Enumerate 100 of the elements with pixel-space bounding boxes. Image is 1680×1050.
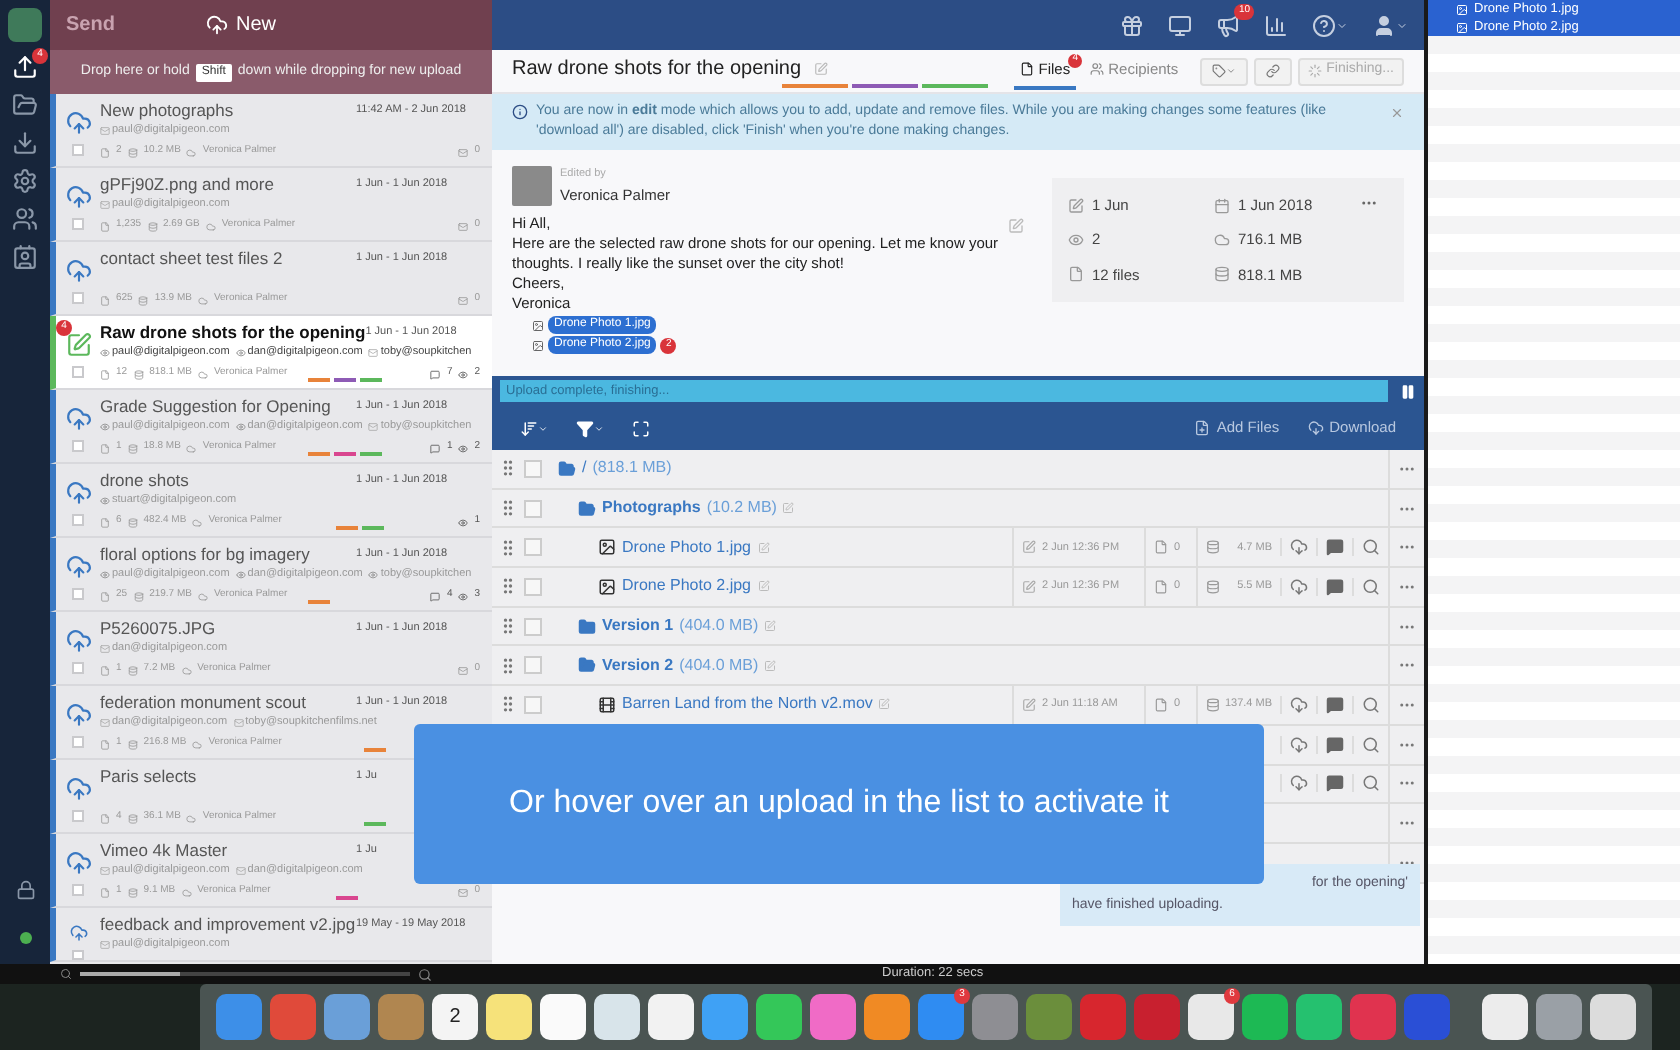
file-name[interactable]: Drone Photo 1.jpg [622,535,751,560]
cloud-icon [192,739,203,749]
storage-icon [133,369,144,379]
comment-icon[interactable] [1326,774,1344,793]
row-checkbox[interactable] [72,950,84,960]
app-icon[interactable] [756,994,802,1040]
comment-icon[interactable] [1326,538,1344,557]
folder-name[interactable]: Version 2 [602,653,674,678]
app-logo[interactable] [8,8,42,42]
download-icon[interactable] [12,130,38,156]
preview-icon[interactable] [1362,695,1380,714]
settings-icon[interactable] [12,168,38,194]
zoom-in-icon[interactable] [418,967,432,981]
folder-name[interactable]: Photographs [602,496,701,521]
comment-icon[interactable] [1326,735,1344,754]
row-checkbox[interactable] [72,810,84,822]
users-icon[interactable] [12,206,38,232]
drag-handle-icon[interactable] [498,537,518,558]
row-checkbox[interactable] [72,588,84,600]
app-icon[interactable]: 2 [432,994,478,1040]
new-tab[interactable]: New [236,10,277,40]
download-icon[interactable] [1290,735,1308,754]
link-button[interactable] [1254,57,1293,85]
user-icon[interactable] [1372,13,1396,37]
spinner-icon [1308,64,1323,78]
row-checkbox[interactable] [524,617,542,636]
envelope-icon [458,147,469,157]
zoom-out-icon[interactable] [60,968,72,980]
row-checkbox[interactable] [524,538,542,557]
app-icon[interactable] [1536,994,1582,1040]
app-icon[interactable] [594,994,640,1040]
app-icon[interactable] [1296,994,1342,1040]
folder-name[interactable]: / [582,456,587,481]
row-checkbox[interactable] [72,440,84,452]
upload-icon [65,924,91,943]
row-checkbox[interactable] [72,218,84,230]
upload-icon [65,184,91,210]
row-checkbox[interactable] [72,144,84,156]
app-icon[interactable] [864,994,910,1040]
row-checkbox[interactable] [72,292,84,304]
row-checkbox[interactable] [524,656,542,675]
close-icon[interactable] [1390,106,1404,120]
download-icon[interactable] [1290,774,1308,793]
row-checkbox[interactable] [72,736,84,748]
comment-icon[interactable] [1326,577,1344,596]
sort-icon[interactable] [520,419,538,437]
preview-icon[interactable] [1362,577,1380,596]
row-checkbox[interactable] [72,514,84,526]
app-icon[interactable] [648,994,694,1040]
drag-handle-icon[interactable] [498,694,518,715]
fullscreen-icon[interactable] [632,419,650,437]
preview-icon[interactable] [1362,735,1380,754]
download-icon[interactable] [1290,695,1308,714]
row-checkbox[interactable] [72,884,84,896]
lock-icon[interactable] [15,880,35,900]
app-icon[interactable] [1590,994,1636,1040]
filter-icon[interactable] [576,419,594,437]
app-icon[interactable] [540,994,586,1040]
app-icon[interactable] [1482,994,1528,1040]
file-row[interactable]: Photographs (10.2 MB) [492,489,1424,529]
preview-icon[interactable] [1362,774,1380,793]
file-row[interactable]: Version 1 (404.0 MB) [492,607,1424,647]
row-checkbox[interactable] [524,577,542,596]
folder-name[interactable]: Version 1 [602,614,674,639]
drag-handle-icon[interactable] [498,458,518,479]
upload-icon[interactable] [12,54,38,80]
monitor-icon[interactable] [1168,13,1192,37]
drag-handle-icon[interactable] [498,498,518,519]
file-name[interactable]: Drone Photo 2.jpg [622,574,751,599]
eye-icon [458,517,469,527]
row-checkbox[interactable] [72,366,84,378]
help-icon[interactable] [1312,13,1336,37]
download-icon [1307,420,1324,436]
folder-icon[interactable] [12,92,38,118]
file-row[interactable]: / (818.1 MB) [492,450,1424,490]
row-checkbox[interactable] [524,459,542,478]
app-icon[interactable] [486,994,532,1040]
envelope-icon [458,665,469,675]
contacts-icon[interactable] [12,244,38,270]
megaphone-icon[interactable] [1216,13,1240,37]
storage-icon [133,591,144,601]
row-checkbox[interactable] [524,695,542,714]
row-checkbox[interactable] [72,662,84,674]
comment-icon[interactable] [1326,695,1344,714]
drag-handle-icon[interactable] [498,616,518,637]
row-checkbox[interactable] [524,499,542,518]
send-tab[interactable]: Send [66,10,206,40]
upload-icon [65,406,91,432]
gift-icon[interactable] [1120,13,1144,37]
file-row[interactable]: Version 2 (404.0 MB) [492,646,1424,687]
chart-icon[interactable] [1264,13,1288,37]
drag-handle-icon[interactable] [498,576,518,597]
preview-icon[interactable] [1362,538,1380,557]
drag-handle-icon[interactable] [498,655,518,676]
download-icon[interactable] [1290,577,1308,596]
pause-icon[interactable] [1400,383,1416,399]
file-name[interactable]: Barren Land from the North v2.mov [622,692,873,717]
tag-dropdown-button[interactable] [1200,57,1249,85]
download-icon[interactable] [1290,538,1308,557]
app-icon[interactable] [1242,994,1288,1040]
